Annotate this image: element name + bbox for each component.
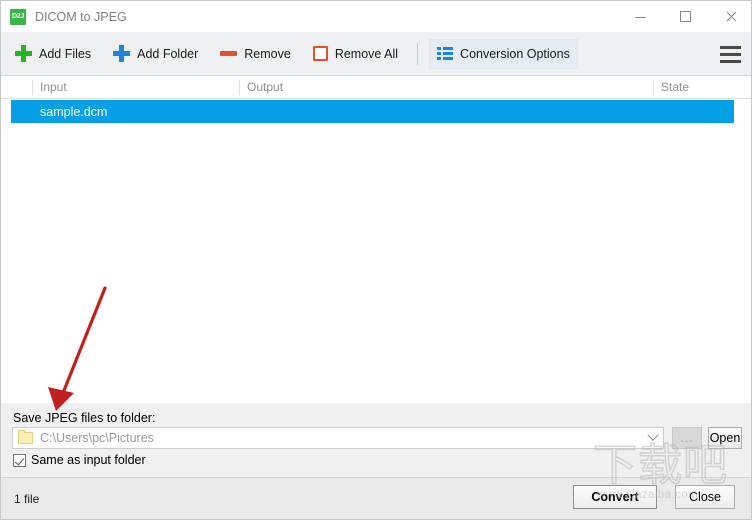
browse-folder-button[interactable]: ... bbox=[672, 427, 702, 449]
file-list-header: Input Output State bbox=[1, 76, 751, 99]
output-folder-panel: Save JPEG files to folder: C:\Users\pc\P… bbox=[1, 403, 751, 477]
app-icon: D2J bbox=[10, 8, 26, 25]
list-icon bbox=[437, 47, 454, 60]
window-title: DICOM to JPEG bbox=[35, 9, 127, 24]
conversion-options-label: Conversion Options bbox=[460, 46, 570, 61]
close-icon bbox=[725, 11, 737, 23]
file-name-cell: sample.dcm bbox=[40, 104, 108, 119]
close-dialog-button[interactable]: Close bbox=[675, 485, 735, 509]
remove-all-label: Remove All bbox=[334, 46, 399, 61]
convert-button[interactable]: Convert bbox=[573, 485, 657, 509]
title-bar: D2J DICOM to JPEG bbox=[1, 1, 751, 32]
remove-button[interactable]: Remove bbox=[212, 39, 299, 69]
table-row[interactable]: sample.dcm bbox=[11, 100, 734, 123]
plus-icon bbox=[15, 45, 32, 62]
conversion-options-button[interactable]: Conversion Options bbox=[429, 38, 578, 69]
close-button[interactable] bbox=[708, 1, 751, 32]
column-header-state[interactable]: State bbox=[653, 80, 689, 95]
hamburger-menu-icon[interactable] bbox=[717, 41, 743, 67]
folder-icon bbox=[18, 430, 33, 444]
remove-label: Remove bbox=[244, 46, 291, 61]
add-folder-label: Add Folder bbox=[137, 46, 199, 61]
toolbar: Add Files Add Folder Remove Remove All C… bbox=[1, 32, 751, 76]
plus-icon bbox=[113, 45, 131, 62]
output-folder-path: C:\Users\pc\Pictures bbox=[40, 431, 154, 445]
file-list-body[interactable]: sample.dcm bbox=[1, 99, 751, 402]
file-count-status: 1 file bbox=[14, 492, 40, 506]
output-folder-label: Save JPEG files to folder: bbox=[13, 411, 156, 425]
window-controls bbox=[618, 1, 751, 32]
checkbox-icon bbox=[13, 453, 26, 467]
same-as-input-folder-checkbox[interactable]: Same as input folder bbox=[13, 453, 146, 467]
output-folder-combobox[interactable]: C:\Users\pc\Pictures bbox=[12, 427, 664, 449]
open-folder-button[interactable]: Open bbox=[708, 427, 742, 449]
minimize-icon bbox=[635, 16, 646, 18]
add-files-button[interactable]: Add Files bbox=[7, 39, 99, 69]
maximize-icon bbox=[680, 11, 691, 22]
remove-all-button[interactable]: Remove All bbox=[305, 39, 406, 69]
chevron-down-icon[interactable] bbox=[643, 428, 663, 448]
file-list-panel: Input Output State sample.dcm bbox=[1, 76, 751, 402]
minimize-button[interactable] bbox=[618, 1, 663, 32]
column-header-input[interactable]: Input bbox=[32, 80, 67, 95]
column-header-output[interactable]: Output bbox=[239, 80, 283, 95]
toolbar-separator bbox=[417, 42, 419, 65]
same-as-input-folder-label: Same as input folder bbox=[31, 453, 146, 467]
app-window: D2J DICOM to JPEG Add Files Add Folder R… bbox=[0, 0, 752, 520]
add-files-label: Add Files bbox=[39, 46, 92, 61]
maximize-button[interactable] bbox=[663, 1, 708, 32]
minus-icon bbox=[220, 51, 238, 56]
add-folder-button[interactable]: Add Folder bbox=[105, 39, 206, 69]
empty-square-icon bbox=[312, 46, 328, 61]
